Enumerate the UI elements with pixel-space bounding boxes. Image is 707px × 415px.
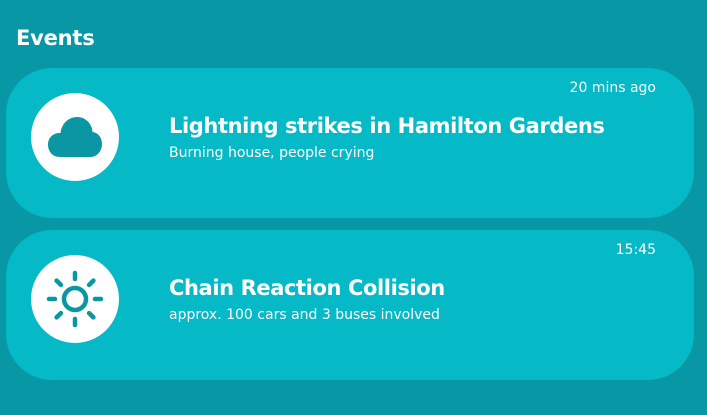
events-panel: Events 20 mins ago Lightning strikes in … xyxy=(0,0,707,415)
event-title: Chain Reaction Collision xyxy=(169,276,445,300)
event-description: Burning house, people crying xyxy=(169,145,375,161)
event-card[interactable]: 20 mins ago Lightning strikes in Hamilto… xyxy=(6,68,694,218)
event-card[interactable]: 15:45 Chain Reaction Collision approx. 1… xyxy=(6,230,694,380)
section-title: Events xyxy=(16,26,95,50)
sun-icon xyxy=(31,255,119,343)
event-time: 20 mins ago xyxy=(569,80,656,96)
event-description: approx. 100 cars and 3 buses involved xyxy=(169,307,440,323)
event-time: 15:45 xyxy=(615,242,656,258)
cloud-icon xyxy=(31,93,119,181)
event-title: Lightning strikes in Hamilton Gardens xyxy=(169,114,605,138)
